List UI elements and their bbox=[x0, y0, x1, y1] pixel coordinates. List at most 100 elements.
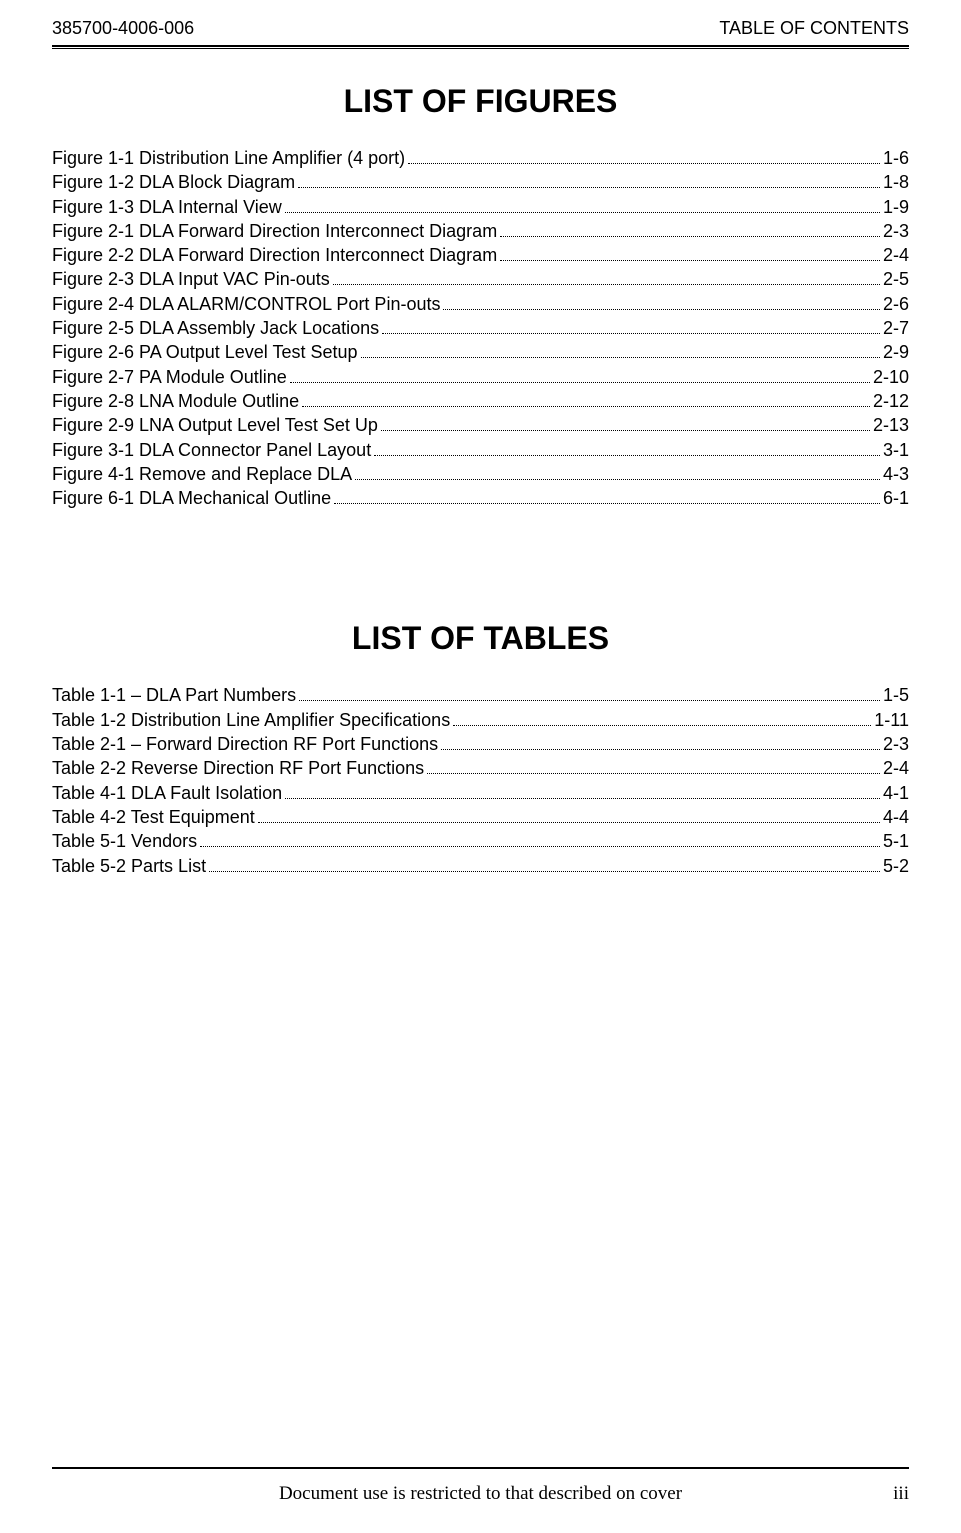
toc-item: Figure 2-6 PA Output Level Test Setup 2-… bbox=[52, 340, 909, 364]
toc-page-number: 2-9 bbox=[883, 340, 909, 364]
toc-page-number: 2-13 bbox=[873, 413, 909, 437]
header-rule bbox=[52, 45, 909, 49]
figures-title: LIST OF FIGURES bbox=[52, 83, 909, 120]
toc-leader-dots bbox=[209, 871, 880, 872]
toc-leader-dots bbox=[200, 846, 880, 847]
toc-page-number: 5-2 bbox=[883, 854, 909, 878]
footer-page-number: iii bbox=[893, 1483, 909, 1505]
toc-label: Figure 4-1 Remove and Replace DLA bbox=[52, 462, 352, 486]
toc-leader-dots bbox=[374, 455, 880, 456]
toc-leader-dots bbox=[290, 382, 870, 383]
toc-page-number: 1-9 bbox=[883, 195, 909, 219]
toc-page-number: 4-1 bbox=[883, 781, 909, 805]
toc-leader-dots bbox=[333, 284, 880, 285]
toc-label: Figure 2-4 DLA ALARM/CONTROL Port Pin-ou… bbox=[52, 292, 440, 316]
toc-item: Figure 2-4 DLA ALARM/CONTROL Port Pin-ou… bbox=[52, 292, 909, 316]
tables-list: Table 1-1 – DLA Part Numbers 1-5 Table 1-2… bbox=[52, 683, 909, 877]
toc-item: Table 1-1 – DLA Part Numbers 1-5 bbox=[52, 683, 909, 707]
toc-label: Figure 2-5 DLA Assembly Jack Locations bbox=[52, 316, 379, 340]
toc-item: Figure 4-1 Remove and Replace DLA 4-3 bbox=[52, 462, 909, 486]
toc-label: Table 2-2 Reverse Direction RF Port Func… bbox=[52, 756, 424, 780]
toc-label: Figure 1-3 DLA Internal View bbox=[52, 195, 282, 219]
toc-item: Figure 2-9 LNA Output Level Test Set Up 2… bbox=[52, 413, 909, 437]
toc-label: Figure 2-2 DLA Forward Direction Interco… bbox=[52, 243, 497, 267]
toc-label: Table 4-1 DLA Fault Isolation bbox=[52, 781, 282, 805]
toc-item: Figure 2-3 DLA Input VAC Pin-outs 2-5 bbox=[52, 267, 909, 291]
toc-leader-dots bbox=[427, 773, 880, 774]
toc-item: Figure 2-7 PA Module Outline 2-10 bbox=[52, 365, 909, 389]
toc-item: Table 5-1 Vendors 5-1 bbox=[52, 829, 909, 853]
toc-page-number: 2-6 bbox=[883, 292, 909, 316]
footer-restriction-text: Document use is restricted to that descr… bbox=[52, 1483, 909, 1505]
toc-leader-dots bbox=[285, 212, 880, 213]
header-section-label: TABLE OF CONTENTS bbox=[719, 18, 909, 39]
toc-label: Table 1-1 – DLA Part Numbers bbox=[52, 683, 296, 707]
header-doc-number: 385700-4006-006 bbox=[52, 18, 194, 39]
toc-page-number: 2-3 bbox=[883, 219, 909, 243]
toc-item: Table 4-1 DLA Fault Isolation 4-1 bbox=[52, 781, 909, 805]
toc-item: Table 2-1 – Forward Direction RF Port Fu… bbox=[52, 732, 909, 756]
toc-page-number: 2-5 bbox=[883, 267, 909, 291]
toc-leader-dots bbox=[299, 700, 880, 701]
toc-item: Figure 1-1 Distribution Line Amplifier (… bbox=[52, 146, 909, 170]
toc-page-number: 3-1 bbox=[883, 438, 909, 462]
toc-label: Figure 6-1 DLA Mechanical Outline bbox=[52, 486, 331, 510]
figures-list: Figure 1-1 Distribution Line Amplifier (… bbox=[52, 146, 909, 510]
toc-label: Table 1-2 Distribution Line Amplifier Sp… bbox=[52, 708, 450, 732]
toc-leader-dots bbox=[355, 479, 880, 480]
toc-item: Figure 2-5 DLA Assembly Jack Locations 2-… bbox=[52, 316, 909, 340]
toc-page-number: 5-1 bbox=[883, 829, 909, 853]
toc-item: Table 4-2 Test Equipment 4-4 bbox=[52, 805, 909, 829]
toc-page-number: 1-11 bbox=[874, 708, 909, 732]
toc-leader-dots bbox=[381, 430, 870, 431]
toc-item: Figure 3-1 DLA Connector Panel Layout 3-1 bbox=[52, 438, 909, 462]
tables-title: LIST OF TABLES bbox=[52, 620, 909, 657]
footer-rule bbox=[52, 1467, 909, 1469]
toc-label: Table 2-1 – Forward Direction RF Port Fu… bbox=[52, 732, 438, 756]
toc-page-number: 1-8 bbox=[883, 170, 909, 194]
toc-page-number: 2-4 bbox=[883, 756, 909, 780]
toc-label: Figure 2-9 LNA Output Level Test Set Up bbox=[52, 413, 378, 437]
toc-item: Table 5-2 Parts List 5-2 bbox=[52, 854, 909, 878]
toc-page-number: 2-10 bbox=[873, 365, 909, 389]
toc-label: Figure 1-2 DLA Block Diagram bbox=[52, 170, 295, 194]
toc-page-number: 6-1 bbox=[883, 486, 909, 510]
toc-leader-dots bbox=[500, 260, 880, 261]
toc-label: Figure 2-8 LNA Module Outline bbox=[52, 389, 299, 413]
toc-page-number: 1-6 bbox=[883, 146, 909, 170]
page-header: 385700-4006-006 TABLE OF CONTENTS bbox=[52, 18, 909, 45]
toc-label: Figure 2-3 DLA Input VAC Pin-outs bbox=[52, 267, 330, 291]
toc-label: Figure 2-6 PA Output Level Test Setup bbox=[52, 340, 358, 364]
toc-item: Figure 1-2 DLA Block Diagram 1-8 bbox=[52, 170, 909, 194]
toc-page-number: 2-7 bbox=[883, 316, 909, 340]
toc-label: Table 5-2 Parts List bbox=[52, 854, 206, 878]
toc-leader-dots bbox=[443, 309, 880, 310]
toc-page-number: 4-3 bbox=[883, 462, 909, 486]
toc-item: Table 2-2 Reverse Direction RF Port Func… bbox=[52, 756, 909, 780]
toc-leader-dots bbox=[285, 798, 880, 799]
toc-leader-dots bbox=[258, 822, 880, 823]
toc-leader-dots bbox=[500, 236, 880, 237]
toc-item: Figure 2-1 DLA Forward Direction Interco… bbox=[52, 219, 909, 243]
toc-page-number: 1-5 bbox=[883, 683, 909, 707]
page-footer: Document use is restricted to that descr… bbox=[52, 1467, 909, 1505]
toc-page-number: 2-12 bbox=[873, 389, 909, 413]
toc-leader-dots bbox=[361, 357, 880, 358]
toc-leader-dots bbox=[334, 503, 880, 504]
toc-leader-dots bbox=[298, 187, 880, 188]
toc-leader-dots bbox=[441, 749, 880, 750]
toc-leader-dots bbox=[453, 725, 871, 726]
toc-label: Table 5-1 Vendors bbox=[52, 829, 197, 853]
toc-label: Figure 2-7 PA Module Outline bbox=[52, 365, 287, 389]
toc-label: Figure 2-1 DLA Forward Direction Interco… bbox=[52, 219, 497, 243]
toc-item: Table 1-2 Distribution Line Amplifier Sp… bbox=[52, 708, 909, 732]
toc-leader-dots bbox=[408, 163, 880, 164]
toc-leader-dots bbox=[382, 333, 880, 334]
toc-page-number: 2-3 bbox=[883, 732, 909, 756]
toc-page-number: 4-4 bbox=[883, 805, 909, 829]
page-container: 385700-4006-006 TABLE OF CONTENTS LIST O… bbox=[0, 0, 961, 878]
toc-label: Table 4-2 Test Equipment bbox=[52, 805, 255, 829]
toc-label: Figure 3-1 DLA Connector Panel Layout bbox=[52, 438, 371, 462]
toc-item: Figure 2-8 LNA Module Outline 2-12 bbox=[52, 389, 909, 413]
toc-item: Figure 2-2 DLA Forward Direction Interco… bbox=[52, 243, 909, 267]
